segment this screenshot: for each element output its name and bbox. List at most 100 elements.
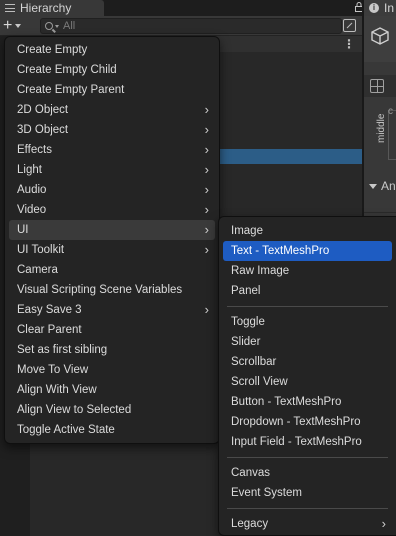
menu-item-label: Raw Image [231, 265, 290, 277]
chevron-right-icon: › [204, 302, 209, 317]
create-context-menu: Create Empty Create Empty Child Create Emp… [4, 36, 220, 444]
plus-icon: + [3, 17, 13, 34]
menu-item-label: Text - TextMeshPro [231, 245, 330, 257]
create-menu-item-camera[interactable]: Camera [9, 260, 215, 280]
ui-submenu-item-image[interactable]: Image [223, 221, 392, 241]
create-menu-item-create-empty[interactable]: Create Empty [9, 40, 215, 60]
menu-item-label: Toggle Active State [17, 424, 115, 436]
menu-item-label: Panel [231, 285, 261, 297]
ui-submenu-item-panel[interactable]: Panel [223, 281, 392, 301]
chevron-right-icon: › [204, 142, 209, 157]
ui-submenu-item-legacy[interactable]: Legacy › [223, 514, 392, 534]
create-menu-item-create-empty-parent[interactable]: Create Empty Parent [9, 80, 215, 100]
menu-item-label: Audio [17, 184, 47, 196]
inspector-divider [364, 212, 396, 213]
anchor-presets-icon[interactable] [370, 79, 384, 93]
chevron-right-icon: › [381, 516, 386, 531]
chevron-right-icon: › [204, 182, 209, 197]
menu-item-label: Slider [231, 336, 261, 348]
create-menu-item-clear-parent[interactable]: Clear Parent [9, 320, 215, 340]
search-input[interactable]: All [40, 18, 342, 34]
create-menu-item-video[interactable]: Video › [9, 200, 215, 220]
rect-transform-header[interactable] [364, 75, 396, 97]
hierarchy-tab[interactable]: Hierarchy [0, 0, 104, 16]
scene-kebab-icon[interactable]: ⋮ [343, 37, 355, 51]
foldout-icon [369, 184, 377, 190]
menu-item-label: Scroll View [231, 376, 288, 388]
menu-item-label: UI [17, 224, 29, 236]
search-icon [45, 22, 53, 30]
maximize-icon[interactable] [343, 19, 356, 32]
selected-hierarchy-row[interactable] [220, 149, 362, 164]
menu-item-label: Easy Save 3 [17, 304, 82, 316]
create-menu-item-visual-scripting-scene-variables[interactable]: Visual Scripting Scene Variables [9, 280, 215, 300]
ui-submenu-item-input-field-textmeshpro[interactable]: Input Field - TextMeshPro [223, 432, 392, 452]
chevron-right-icon: › [204, 222, 209, 237]
menu-item-label: Align View to Selected [17, 404, 132, 416]
anchor-preset-box[interactable] [388, 110, 396, 160]
menu-item-label: Create Empty Child [17, 64, 117, 76]
menu-item-label: Clear Parent [17, 324, 82, 336]
ui-submenu-item-canvas[interactable]: Canvas [223, 463, 392, 483]
menu-item-label: 3D Object [17, 124, 69, 136]
chevron-right-icon: › [204, 202, 209, 217]
hierarchy-tab-bar: Hierarchy [0, 0, 362, 16]
create-menu-item-easy-save-3[interactable]: Easy Save 3 › [9, 300, 215, 320]
ui-submenu-item-event-system[interactable]: Event System [223, 483, 392, 503]
ui-submenu-item-scroll-view[interactable]: Scroll View [223, 372, 392, 392]
ui-submenu-item-raw-image[interactable]: Raw Image [223, 261, 392, 281]
menu-item-label: Dropdown - TextMeshPro [231, 416, 361, 428]
ui-submenu-item-button-textmeshpro[interactable]: Button - TextMeshPro [223, 392, 392, 412]
menu-separator [227, 457, 388, 458]
create-menu-item-toggle-active-state[interactable]: Toggle Active State [9, 420, 215, 440]
create-menu-item-light[interactable]: Light › [9, 160, 215, 180]
menu-item-label: Align With View [17, 384, 97, 396]
anchor-middle-label: middle [376, 113, 387, 143]
ui-submenu-item-scrollbar[interactable]: Scrollbar [223, 352, 392, 372]
ui-submenu-item-text-textmeshpro[interactable]: Text - TextMeshPro [223, 241, 392, 261]
chevron-down-icon [15, 24, 22, 28]
inspector-tab-label: In [384, 1, 395, 15]
create-menu-item-effects[interactable]: Effects › [9, 140, 215, 160]
menu-item-label: Button - TextMeshPro [231, 396, 342, 408]
create-menu-item-2d-object[interactable]: 2D Object › [9, 100, 215, 120]
create-menu-item-audio[interactable]: Audio › [9, 180, 215, 200]
menu-item-label: Create Empty Parent [17, 84, 125, 96]
info-icon: i [369, 3, 379, 13]
create-menu-item-set-as-first-sibling[interactable]: Set as first sibling [9, 340, 215, 360]
menu-item-label: Move To View [17, 364, 89, 376]
chevron-right-icon: › [204, 102, 209, 117]
chevron-right-icon: › [204, 162, 209, 177]
create-menu-item-align-with-view[interactable]: Align With View [9, 380, 215, 400]
add-button[interactable]: + [3, 18, 31, 34]
inspector-section-label: An [381, 179, 396, 193]
inspector-section-header[interactable]: An [369, 179, 396, 193]
menu-item-label: Visual Scripting Scene Variables [17, 284, 183, 296]
create-menu-item-create-empty-child[interactable]: Create Empty Child [9, 60, 215, 80]
menu-item-label: Image [231, 225, 263, 237]
inspector-c-label: c [388, 106, 393, 117]
ui-submenu-item-slider[interactable]: Slider [223, 332, 392, 352]
menu-item-label: Create Empty [17, 44, 88, 56]
create-menu-item-ui-toolkit[interactable]: UI Toolkit › [9, 240, 215, 260]
menu-item-label: Legacy [231, 518, 269, 530]
menu-item-label: Video [17, 204, 47, 216]
ui-submenu-item-dropdown-textmeshpro[interactable]: Dropdown - TextMeshPro [223, 412, 392, 432]
search-placeholder: All [63, 20, 76, 32]
menu-item-label: Effects [17, 144, 52, 156]
create-menu-item-align-view-to-selected[interactable]: Align View to Selected [9, 400, 215, 420]
menu-item-label: Scrollbar [231, 356, 277, 368]
create-menu-item-move-to-view[interactable]: Move To View [9, 360, 215, 380]
menu-item-label: Toggle [231, 316, 265, 328]
ui-submenu: Image Text - TextMeshPro Raw Image Panel Tog… [218, 216, 396, 536]
create-menu-item-3d-object[interactable]: 3D Object › [9, 120, 215, 140]
menu-item-label: Light [17, 164, 42, 176]
ui-submenu-item-toggle[interactable]: Toggle [223, 312, 392, 332]
menu-item-label: Input Field - TextMeshPro [231, 436, 362, 448]
menu-item-label: 2D Object [17, 104, 69, 116]
menu-item-label: Camera [17, 264, 58, 276]
create-menu-item-ui[interactable]: UI › [9, 220, 215, 240]
chevron-right-icon: › [204, 242, 209, 257]
inspector-tab[interactable]: i In [364, 0, 396, 16]
inspector-header [364, 16, 396, 62]
